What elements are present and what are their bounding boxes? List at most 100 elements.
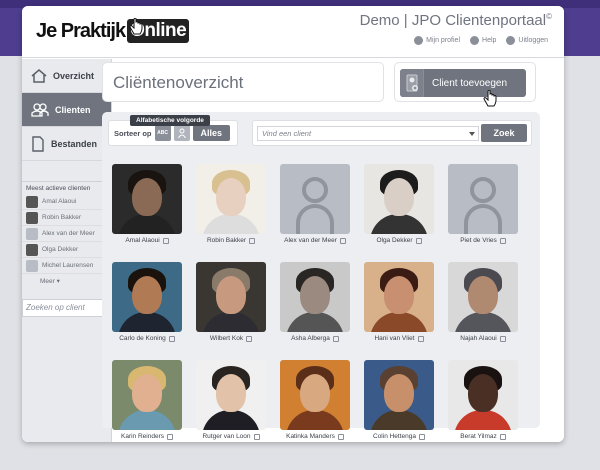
sidebar-item-label: Clienten xyxy=(55,104,91,115)
client-photo[interactable] xyxy=(364,262,434,332)
sidebar-item-label: Bestanden xyxy=(51,138,98,149)
client-search-input[interactable]: Vind een client xyxy=(257,126,479,141)
edit-icon[interactable] xyxy=(415,237,422,244)
avatar xyxy=(26,195,38,208)
client-name[interactable]: Berat Yilmaz xyxy=(460,433,497,440)
client-name-row: Najah Alaoui xyxy=(448,335,518,342)
client-photo[interactable] xyxy=(196,262,266,332)
client-photo[interactable] xyxy=(112,164,182,234)
header-link-user[interactable]: Mijn profiel xyxy=(414,36,460,45)
client-photo[interactable] xyxy=(280,262,350,332)
active-client-item[interactable]: Robin Bakker xyxy=(22,210,111,226)
edit-icon[interactable] xyxy=(246,335,253,342)
client-card[interactable]: Alex van der Meer xyxy=(280,164,350,244)
sidebar-search-input[interactable]: Zoeken op client xyxy=(22,299,112,317)
header-link-label: Help xyxy=(482,37,497,44)
client-name[interactable]: Colin Hettenga xyxy=(373,433,416,440)
avatar xyxy=(26,243,38,256)
client-name[interactable]: Hani van Vliet xyxy=(374,335,414,342)
client-card[interactable]: Piet de Vries xyxy=(448,164,518,244)
client-photo[interactable] xyxy=(196,360,266,430)
client-card[interactable]: Robin Bakker xyxy=(196,164,266,244)
client-photo[interactable] xyxy=(112,360,182,430)
client-name[interactable]: Katinka Manders xyxy=(286,433,335,440)
edit-icon[interactable] xyxy=(249,237,256,244)
client-card[interactable]: Amal Alaoui xyxy=(112,164,182,244)
sort-alphabetical-button[interactable]: ABC xyxy=(154,125,171,141)
edit-icon[interactable] xyxy=(162,237,169,244)
edit-icon[interactable] xyxy=(339,237,346,244)
edit-icon[interactable] xyxy=(253,433,260,440)
client-card[interactable]: Katinka Manders xyxy=(280,360,350,440)
client-name-row: Berat Yilmaz xyxy=(448,433,518,440)
client-name[interactable]: Alex van der Meer xyxy=(284,237,337,244)
logo[interactable]: Je Praktijk Online xyxy=(36,18,190,44)
client-name-row: Hani van Vliet xyxy=(364,335,434,342)
client-card[interactable]: Rutger van Loon xyxy=(196,360,266,440)
client-card[interactable]: Asha Alberga xyxy=(280,262,350,342)
client-name-row: Alex van der Meer xyxy=(280,237,350,244)
edit-icon[interactable] xyxy=(417,335,424,342)
client-name[interactable]: Olga Dekker xyxy=(376,237,412,244)
active-client-item[interactable]: Alex van der Meer xyxy=(22,226,111,242)
client-photo[interactable] xyxy=(448,262,518,332)
edit-icon[interactable] xyxy=(499,237,506,244)
client-name[interactable]: Piet de Vries xyxy=(460,237,497,244)
client-card[interactable]: Berat Yilmaz xyxy=(448,360,518,440)
client-name[interactable]: Rutger van Loon xyxy=(202,433,250,440)
client-card[interactable]: Wilbert Kok xyxy=(196,262,266,342)
avatar xyxy=(26,211,38,224)
more-link[interactable]: Meer ▾ xyxy=(22,277,111,285)
client-name-row: Wilbert Kok xyxy=(196,335,266,342)
client-card[interactable]: Olga Dekker xyxy=(364,164,434,244)
client-card[interactable]: Hani van Vliet xyxy=(364,262,434,342)
client-name-row: Robin Bakker xyxy=(196,237,266,244)
client-name-row: Amal Alaoui xyxy=(112,237,182,244)
search-button[interactable]: Zoek xyxy=(481,124,527,142)
header-link-lock[interactable]: Uitloggen xyxy=(506,36,548,45)
edit-icon[interactable] xyxy=(419,433,425,440)
dropdown-arrow-icon[interactable] xyxy=(469,132,475,136)
sort-all-button[interactable]: Alles xyxy=(192,125,231,141)
document-icon xyxy=(31,135,45,152)
header-link-label: Uitloggen xyxy=(518,37,548,44)
active-clients-list: Amal Alaoui Robin Bakker Alex van der Meer… xyxy=(22,194,111,274)
client-photo[interactable] xyxy=(448,164,518,234)
client-photo[interactable] xyxy=(448,360,518,430)
client-photo[interactable] xyxy=(364,360,434,430)
sidebar-item-clienten[interactable]: Clienten xyxy=(22,93,111,127)
client-name[interactable]: Carlo de Koning xyxy=(119,335,166,342)
sort-person-button[interactable] xyxy=(173,125,190,141)
sidebar-item-overzicht[interactable]: Overzicht xyxy=(22,59,111,93)
client-name[interactable]: Karin Reinders xyxy=(121,433,164,440)
client-photo[interactable] xyxy=(364,164,434,234)
client-card[interactable]: Colin Hettenga xyxy=(364,360,434,440)
sidebar-item-label: Overzicht xyxy=(53,70,95,81)
header-link-help[interactable]: Help xyxy=(470,36,496,45)
client-photo[interactable] xyxy=(280,360,350,430)
edit-icon[interactable] xyxy=(167,433,173,440)
add-client-button[interactable]: Client toevoegen xyxy=(400,69,526,97)
client-card[interactable]: Najah Alaoui xyxy=(448,262,518,342)
client-name[interactable]: Robin Bakker xyxy=(207,237,246,244)
client-card[interactable]: Carlo de Koning xyxy=(112,262,182,342)
client-name[interactable]: Asha Alberga xyxy=(291,335,330,342)
active-client-item[interactable]: Olga Dekker xyxy=(22,242,111,258)
client-card[interactable]: Karin Reinders xyxy=(112,360,182,440)
client-photo[interactable] xyxy=(280,164,350,234)
add-user-icon xyxy=(400,69,424,97)
client-name[interactable]: Amal Alaoui xyxy=(125,237,159,244)
active-client-item[interactable]: Michel Laurensen xyxy=(22,258,111,274)
client-name[interactable]: Najah Alaoui xyxy=(460,335,497,342)
edit-icon[interactable] xyxy=(168,335,175,342)
client-name[interactable]: Wilbert Kok xyxy=(210,335,243,342)
client-photo[interactable] xyxy=(112,262,182,332)
edit-icon[interactable] xyxy=(499,433,506,440)
edit-icon[interactable] xyxy=(332,335,339,342)
edit-icon[interactable] xyxy=(337,433,344,440)
edit-icon[interactable] xyxy=(499,335,506,342)
active-client-item[interactable]: Amal Alaoui xyxy=(22,194,111,210)
client-photo[interactable] xyxy=(196,164,266,234)
sidebar-item-bestanden[interactable]: Bestanden xyxy=(22,127,111,161)
header-links: Mijn profiel Help Uitloggen xyxy=(414,36,548,45)
